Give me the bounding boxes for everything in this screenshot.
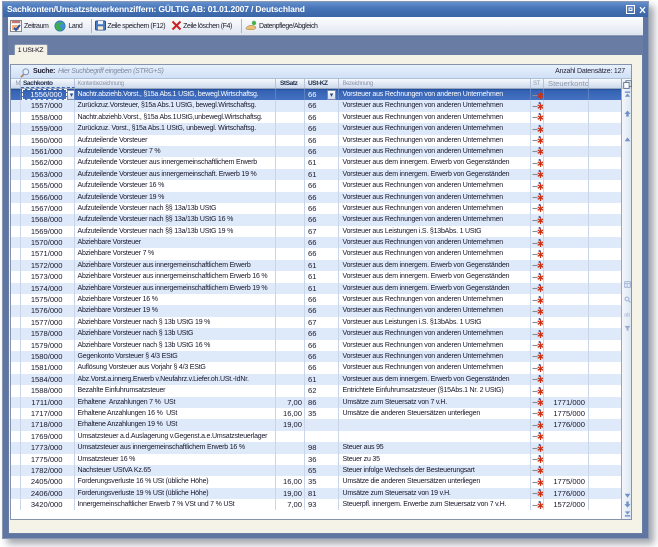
svg-text:ab: ab	[624, 313, 630, 318]
